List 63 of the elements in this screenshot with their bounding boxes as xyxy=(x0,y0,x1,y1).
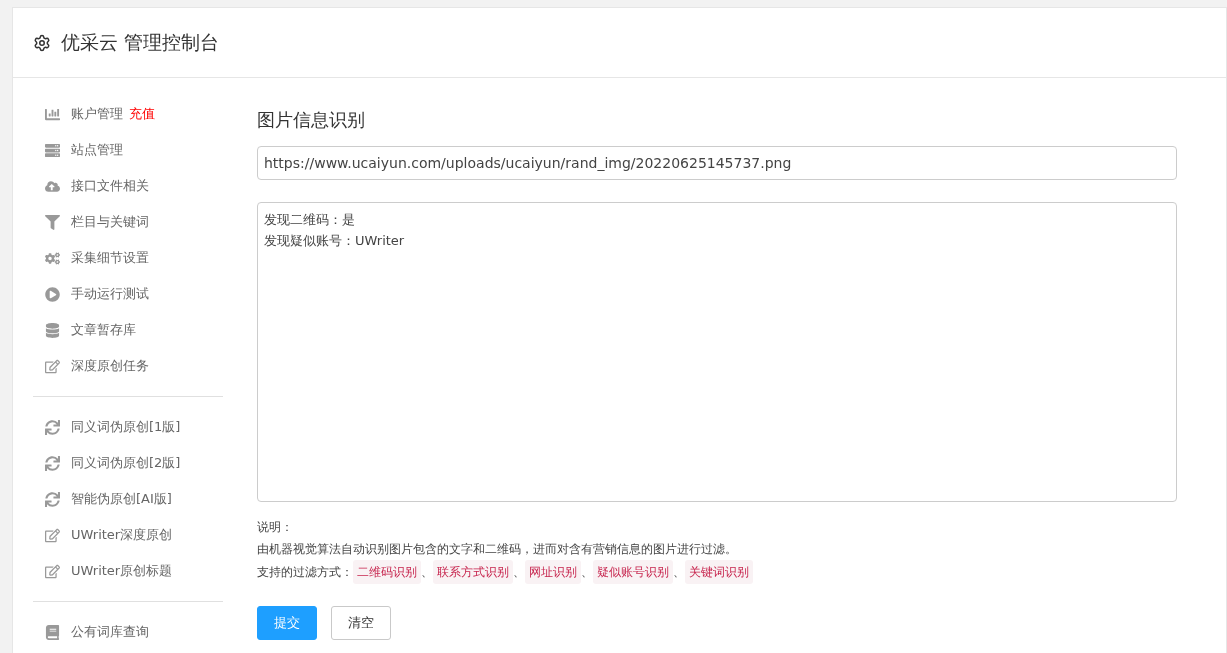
result-box[interactable]: 发现二维码：是 发现疑似账号：UWriter xyxy=(257,202,1177,502)
filter-method-tag: 二维码识别 xyxy=(353,560,421,584)
sidebar-item[interactable]: 接口文件相关 xyxy=(33,168,223,204)
refresh-icon xyxy=(43,455,61,471)
sidebar-item[interactable]: 同义词伪原创[2版] xyxy=(33,445,223,481)
page-title: 优采云 管理控制台 xyxy=(61,29,220,55)
play-icon xyxy=(43,286,61,302)
database-icon xyxy=(43,322,61,338)
separator: 、 xyxy=(513,564,525,581)
sidebar-item[interactable]: 栏目与关键词 xyxy=(33,204,223,240)
settings-icon xyxy=(33,33,51,52)
sidebar-label: UWriter原创标题 xyxy=(71,562,173,580)
edit-icon xyxy=(43,527,61,543)
sidebar-item[interactable]: 深度原创任务 xyxy=(33,348,223,384)
notes-description: 由机器视觉算法自动识别图片包含的文字和二维码，进而对含有营销信息的图片进行过滤。 xyxy=(257,541,737,558)
sidebar-label: 同义词伪原创[2版] xyxy=(71,454,181,472)
refresh-icon xyxy=(43,419,61,435)
result-line: 发现二维码：是 xyxy=(264,211,356,229)
methods-label: 支持的过滤方式： xyxy=(257,564,353,581)
filter-icon xyxy=(43,214,61,230)
recharge-link[interactable]: 充值 xyxy=(129,106,155,121)
sidebar-item[interactable]: 手动运行测试 xyxy=(33,276,223,312)
filter-method-tag: 关键词识别 xyxy=(685,560,753,584)
result-line: 发现疑似账号：UWriter xyxy=(264,232,406,250)
notes-heading: 说明： xyxy=(257,519,293,536)
filter-method-tag: 联系方式识别 xyxy=(433,560,513,584)
section-title: 图片信息识别 xyxy=(257,108,366,132)
filter-method-tag: 疑似账号识别 xyxy=(593,560,673,584)
refresh-icon xyxy=(43,491,61,507)
sidebar-item[interactable]: UWriter原创标题 xyxy=(33,553,223,589)
sidebar-label: 站点管理 xyxy=(71,141,123,159)
url-field[interactable]: https://www.ucaiyun.com/uploads/ucaiyun/rand_img/20220625145737.png xyxy=(257,146,1177,180)
sidebar-label: 手动运行测试 xyxy=(71,285,149,303)
server-icon xyxy=(43,142,61,158)
separator: 、 xyxy=(581,564,593,581)
book-icon xyxy=(43,624,61,640)
sidebar-label: 同义词伪原创[1版] xyxy=(71,418,181,436)
sidebar-item[interactable]: 公有词库查询 xyxy=(33,614,223,650)
sidebar-item[interactable]: UWriter深度原创 xyxy=(33,517,223,553)
edit-icon xyxy=(43,358,61,374)
clear-button[interactable]: 清空 xyxy=(331,606,391,640)
sidebar-label: 公有词库查询 xyxy=(71,623,149,641)
separator: 、 xyxy=(421,564,433,581)
sidebar-label: 接口文件相关 xyxy=(71,177,149,195)
sidebar-label: 深度原创任务 xyxy=(71,357,149,375)
separator: 、 xyxy=(673,564,685,581)
sidebar-label: 栏目与关键词 xyxy=(71,213,149,231)
sidebar-item[interactable]: 同义词伪原创[1版] xyxy=(33,409,223,445)
sidebar-label: UWriter深度原创 xyxy=(71,526,173,544)
filter-method-tag: 网址识别 xyxy=(525,560,581,584)
cloud-upload-icon xyxy=(43,178,61,194)
sidebar-label: 智能伪原创[AI版] xyxy=(71,490,172,508)
sidebar-item[interactable]: 账户管理 充值 xyxy=(33,96,223,132)
sidebar-label: 文章暂存库 xyxy=(71,321,136,339)
gears-icon xyxy=(43,250,61,266)
bar-chart-icon xyxy=(43,106,61,122)
sidebar-label: 采集细节设置 xyxy=(71,249,149,267)
sidebar-item[interactable]: 智能伪原创[AI版] xyxy=(33,481,223,517)
edit-icon xyxy=(43,563,61,579)
sidebar-label: 账户管理 充值 xyxy=(71,105,155,123)
sidebar-item[interactable]: 采集细节设置 xyxy=(33,240,223,276)
sidebar-item[interactable]: 站点管理 xyxy=(33,132,223,168)
sidebar-item[interactable]: 文章暂存库 xyxy=(33,312,223,348)
